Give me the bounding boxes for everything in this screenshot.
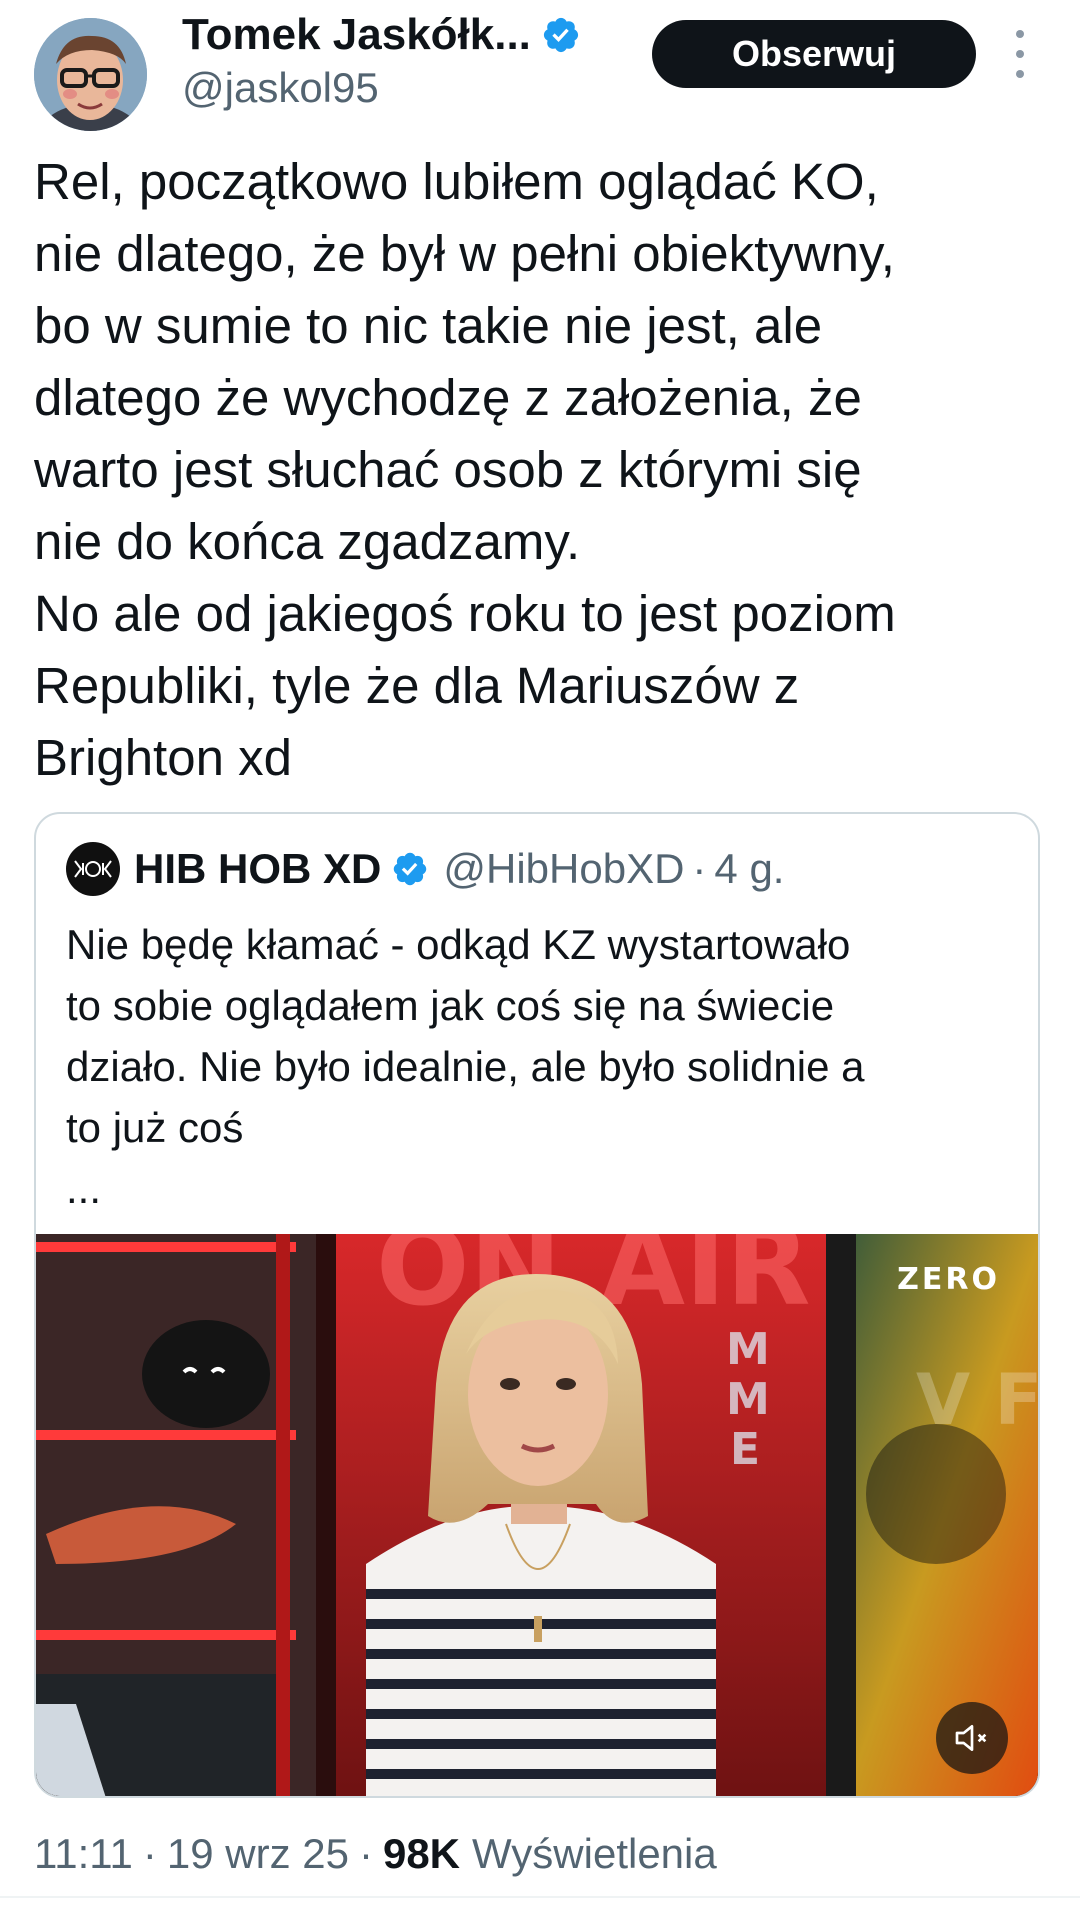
video-thumbnail: ON AIR M M E V F (36, 1234, 1040, 1796)
tweet-date[interactable]: 19 wrz 25 (167, 1830, 349, 1878)
channel-logo: ZERO (897, 1262, 1000, 1297)
tweet-text-line: nie dlatego, że był w pełni obiektywny, (34, 225, 895, 282)
svg-text:V F: V F (916, 1359, 1040, 1441)
quoted-text-line: Nie będę kłamać - odkąd KZ wystartowało (66, 921, 851, 968)
quoted-timestamp[interactable]: 4 g. (714, 845, 784, 893)
quoted-verified-badge-icon (391, 850, 429, 888)
svg-text:E: E (730, 1424, 760, 1475)
author-name[interactable]: Tomek Jaskółk... (182, 10, 531, 60)
svg-text:M: M (726, 1374, 770, 1425)
more-options-icon[interactable] (1008, 30, 1032, 78)
quoted-separator: · (692, 845, 707, 892)
svg-text:M: M (726, 1324, 770, 1375)
tweet-text-line: warto jest słuchać osob z którymi się (34, 441, 862, 498)
tweet-text-line: dlatego że wychodzę z założenia, że (34, 369, 862, 426)
tweet-text-line: Republiki, tyle że dla Mariuszów z (34, 657, 800, 714)
verified-badge-icon (541, 15, 581, 55)
tweet-text-line: No ale od jakiegoś roku to jest poziom (34, 585, 896, 642)
views-count[interactable]: 98K (383, 1830, 460, 1878)
author-avatar[interactable] (34, 18, 147, 131)
speaker-muted-icon (955, 1725, 987, 1751)
quoted-tweet-card[interactable]: HIB HOB XD @HibHobXD · 4 g. Nie będę kła… (34, 812, 1040, 1798)
quoted-video-player[interactable]: ON AIR M M E V F ZERO (36, 1234, 1040, 1796)
tweet-text-line: nie do końca zgadzamy. (34, 513, 581, 570)
quoted-tweet-text: Nie będę kłamać - odkąd KZ wystartowało … (66, 914, 1016, 1219)
divider (0, 1896, 1080, 1898)
tweet-meta: 11:11 · 19 wrz 25 · 98K Wyświetlenia (34, 1824, 717, 1884)
views-label[interactable]: Wyświetlenia (472, 1830, 717, 1878)
follow-button[interactable]: Obserwuj (652, 20, 976, 88)
quoted-text-line: działo. Nie było idealnie, ale było soli… (66, 1043, 865, 1090)
quoted-text-ellipsis: ... (66, 1165, 102, 1212)
quoted-author-avatar[interactable] (66, 842, 120, 896)
quoted-text-line: to sobie oglądałem jak coś się na świeci… (66, 982, 835, 1029)
quoted-author-name[interactable]: HIB HOB XD (134, 845, 381, 893)
mute-button[interactable] (936, 1702, 1008, 1774)
quoted-author-handle[interactable]: @HibHobXD (443, 845, 684, 893)
meta-separator: · (142, 1830, 157, 1877)
tweet-time[interactable]: 11:11 (34, 1830, 133, 1878)
author-name-row[interactable]: Tomek Jaskółk... (182, 10, 581, 60)
tweet-text: Rel, początkowo lubiłem oglądać KO, nie … (34, 146, 1044, 794)
quoted-text-line: to już coś (66, 1104, 244, 1151)
tweet-text-line: bo w sumie to nic takie nie jest, ale (34, 297, 823, 354)
meta-separator: · (358, 1830, 373, 1877)
author-handle[interactable]: @jaskol95 (182, 64, 379, 112)
quoted-tweet-header: HIB HOB XD @HibHobXD · 4 g. (66, 834, 784, 904)
tweet-text-line: Rel, początkowo lubiłem oglądać KO, (34, 153, 879, 210)
tweet-header: Tomek Jaskółk... @jaskol95 Obserwuj (0, 0, 1080, 131)
tweet-text-line: Brighton xd (34, 729, 292, 786)
